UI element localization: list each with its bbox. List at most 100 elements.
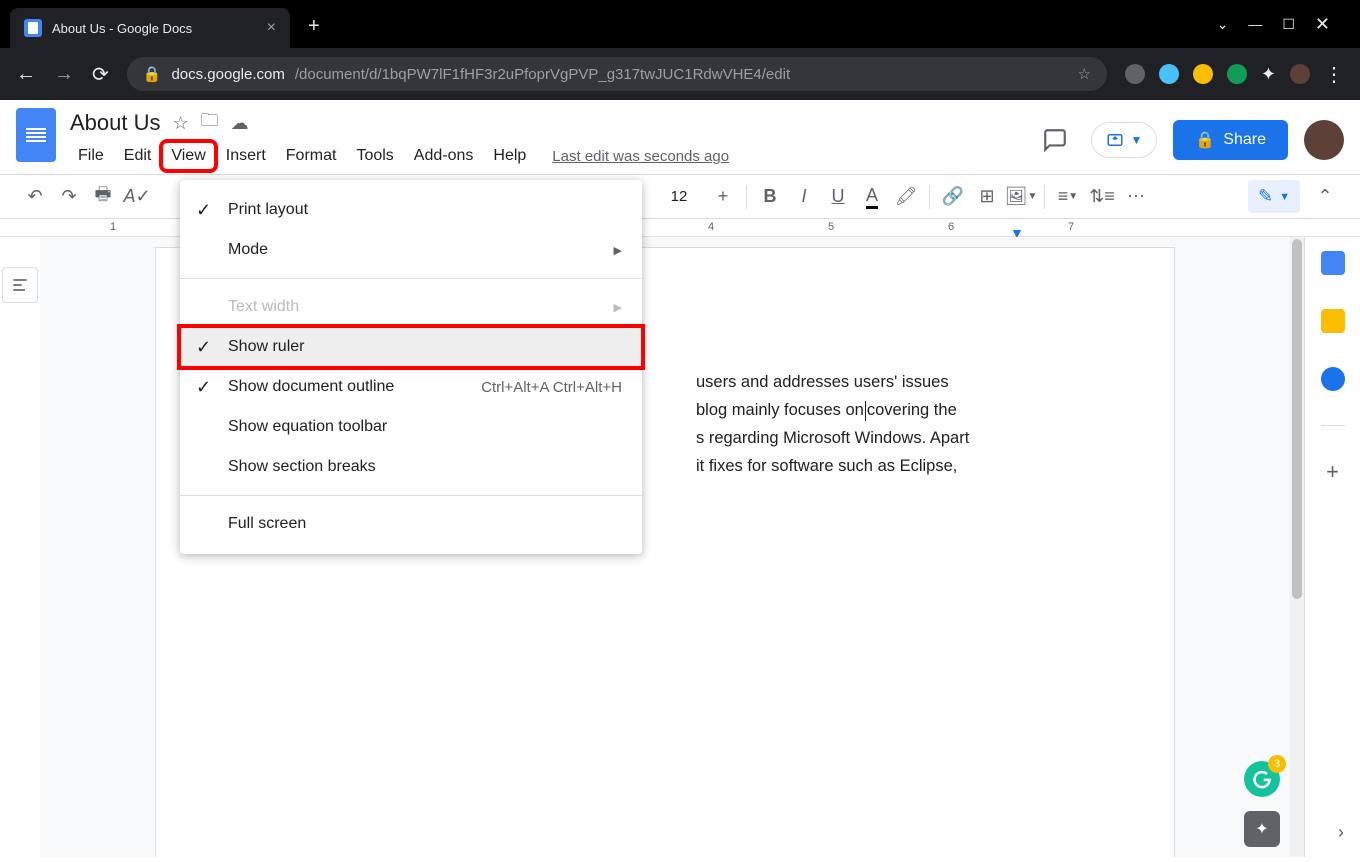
chevron-down-icon[interactable]: ⌄ [1217,16,1229,33]
spellcheck-button[interactable]: A✓ [122,182,152,212]
font-size-input[interactable] [654,188,704,205]
share-button[interactable]: 🔒 Share [1173,120,1288,160]
menu-separator [180,278,642,279]
collapse-toolbar-button[interactable]: ⌃ [1310,182,1340,212]
docs-header: About Us ☆ 🗀 ☁ File Edit View Insert For… [0,100,1360,175]
menu-bar: File Edit View Insert Format Tools Add-o… [70,138,1035,174]
docs-logo-icon[interactable] [16,108,56,162]
url-bar: ← → ⟳ 🔒 docs.google.com/document/d/1bqPW… [0,48,1360,100]
side-panel-separator [1321,425,1345,426]
menu-format[interactable]: Format [278,143,345,169]
doc-text-line: s regarding Microsoft Windows. Apart [696,429,969,447]
editing-mode-button[interactable]: ✎ ▼ [1248,180,1300,213]
menu-item-show-section-breaks[interactable]: Show section breaks [180,447,642,487]
explore-button[interactable]: ✦ [1244,811,1280,847]
insert-comment-button[interactable]: ⊞ [972,182,1002,212]
document-title[interactable]: About Us [70,110,161,136]
menu-item-show-ruler[interactable]: ✓ Show ruler [180,327,642,367]
check-icon: ✓ [196,377,211,398]
ruler-mark: 4 [708,221,714,233]
chevron-right-icon: ▶ [614,244,622,257]
menu-item-mode[interactable]: Mode ▶ [180,230,642,270]
new-tab-button[interactable]: + [308,15,320,38]
ext-icon-4[interactable] [1227,64,1247,84]
align-button[interactable]: ≡▼ [1053,182,1083,212]
tab-close-icon[interactable]: × [267,19,276,37]
menu-file[interactable]: File [70,143,112,169]
browser-tab[interactable]: About Us - Google Docs × [10,8,290,48]
redo-button[interactable]: ↷ [54,182,84,212]
side-panel: + [1304,237,1360,857]
italic-button[interactable]: I [789,182,819,212]
underline-button[interactable]: U [823,182,853,212]
address-bar[interactable]: 🔒 docs.google.com/document/d/1bqPW7lF1fH… [127,57,1107,91]
share-label: Share [1223,131,1266,149]
comments-icon[interactable] [1035,120,1075,160]
star-icon[interactable]: ☆ [173,113,189,134]
line-spacing-button[interactable]: ⇅≡ [1087,182,1117,212]
menu-item-show-outline[interactable]: ✓ Show document outline Ctrl+Alt+A Ctrl+… [180,367,642,407]
calendar-icon[interactable] [1321,251,1345,275]
window-controls: ⌄ — ☐ ✕ [1217,0,1360,48]
maximize-icon[interactable]: ☐ [1282,16,1295,33]
ext-icon-1[interactable] [1125,64,1145,84]
view-dropdown-menu: ✓ Print layout Mode ▶ Text width ▶ ✓ Sho… [180,180,642,554]
grammarly-badge: 3 [1268,755,1286,773]
back-button[interactable]: ← [16,63,36,86]
ext-icon-2[interactable] [1159,64,1179,84]
undo-button[interactable]: ↶ [20,182,50,212]
profile-avatar-icon[interactable] [1290,64,1310,84]
move-folder-icon[interactable]: 🗀 [201,108,219,138]
ruler-mark: 1 [110,221,116,233]
text-color-button[interactable]: A [857,182,887,212]
forward-button[interactable]: → [54,63,74,86]
menu-separator [180,495,642,496]
bookmark-star-icon[interactable]: ☆ [1077,65,1090,83]
present-button[interactable]: ▼ [1091,122,1157,158]
tab-strip: About Us - Google Docs × + ⌄ — ☐ ✕ [0,0,1360,48]
keep-icon[interactable] [1321,309,1345,333]
tasks-icon[interactable] [1321,367,1345,391]
menu-insert[interactable]: Insert [218,143,274,169]
doc-text-line: blog mainly focuses on [696,401,864,419]
extensions-puzzle-icon[interactable]: ✦ [1261,64,1276,85]
kebab-menu-icon[interactable]: ⋮ [1324,62,1344,87]
menu-item-print-layout[interactable]: ✓ Print layout [180,190,642,230]
menu-tools[interactable]: Tools [348,143,401,169]
menu-item-full-screen[interactable]: Full screen [180,504,642,544]
ext-icon-3[interactable] [1193,64,1213,84]
add-addon-icon[interactable]: + [1321,460,1345,484]
font-size-plus[interactable]: + [708,182,738,212]
document-outline-button[interactable] [2,267,38,303]
menu-addons[interactable]: Add-ons [406,143,482,169]
tab-title: About Us - Google Docs [52,21,257,36]
scrollbar[interactable] [1290,237,1304,857]
lock-icon: 🔒 [1195,130,1215,150]
bold-button[interactable]: B [755,182,785,212]
insert-image-button[interactable]: 🖼▼ [1006,182,1036,212]
menu-edit[interactable]: Edit [116,143,160,169]
menu-help[interactable]: Help [485,143,534,169]
side-panel-pager-icon[interactable]: › [1338,822,1344,843]
minimize-icon[interactable]: — [1248,16,1262,32]
doc-text-line: covering the [867,401,957,419]
reload-button[interactable]: ⟳ [92,62,109,87]
tab-favicon-docs-icon [24,19,42,37]
close-window-icon[interactable]: ✕ [1315,14,1330,35]
scroll-thumb[interactable] [1292,239,1302,599]
text-cursor [865,401,866,421]
print-button[interactable]: 🖶 [88,182,118,212]
url-domain: docs.google.com [171,66,284,83]
menu-item-show-equation-toolbar[interactable]: Show equation toolbar [180,407,642,447]
insert-link-button[interactable]: 🔗 [938,182,968,212]
account-avatar[interactable] [1304,120,1344,160]
url-path: /document/d/1bqPW7lF1fHF3r2uPfoprVgPVP_g… [295,66,790,83]
menu-view[interactable]: View [163,143,213,169]
doc-text-line: users and addresses users' issues [696,373,949,391]
cloud-saved-icon[interactable]: ☁ [231,113,249,134]
more-tools-button[interactable]: ⋯ [1121,182,1151,212]
ruler-mark: 5 [828,221,834,233]
grammarly-icon[interactable]: 3 [1244,761,1280,797]
highlight-button[interactable]: 🖍 [891,182,921,212]
last-edit-link[interactable]: Last edit was seconds ago [552,148,729,165]
